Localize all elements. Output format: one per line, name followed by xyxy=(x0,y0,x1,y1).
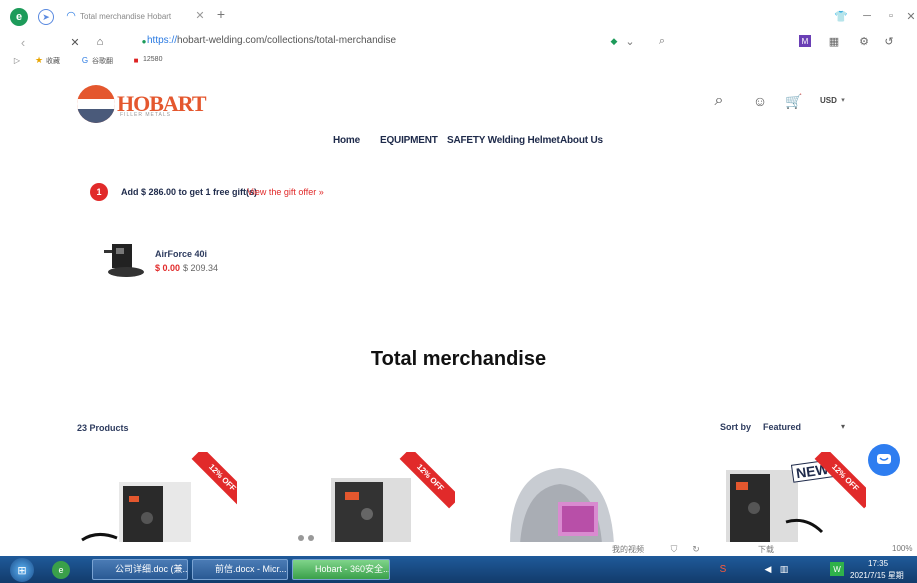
stop-icon[interactable]: ✕ xyxy=(68,35,82,49)
cart-icon[interactable]: 🛒 xyxy=(785,92,802,110)
bookmark-bar: ▷ ★ 收藏 G 谷歌翻 ■ 12580 xyxy=(0,52,917,70)
home-icon[interactable]: ⌂ xyxy=(93,35,107,49)
extension-icon[interactable]: M xyxy=(799,35,811,47)
address-bar-row: ‹ ✕ ⌂ ● https://hobart-welding.com/colle… xyxy=(0,32,917,52)
status-video[interactable]: 我的视频 xyxy=(612,544,644,555)
product-card[interactable] xyxy=(490,452,650,544)
chat-icon xyxy=(877,454,891,464)
start-button-icon[interactable]: ⊞ xyxy=(10,558,34,582)
nav-arrow-icon[interactable]: ➤ xyxy=(38,9,54,25)
taskbar-item-doc[interactable]: 公司详细.doc (兼... xyxy=(92,559,188,580)
grid-icon[interactable]: ▦ xyxy=(828,35,840,48)
browser-logo-icon[interactable]: e xyxy=(10,8,28,26)
new-tab-icon[interactable]: + xyxy=(214,6,228,22)
dropdown-chevron-icon[interactable]: ⌄ xyxy=(624,35,636,48)
hobart-logo-mark[interactable] xyxy=(77,85,115,123)
volume-icon[interactable]: ◀ xyxy=(762,563,774,575)
window-close-icon[interactable]: ✕ xyxy=(905,9,917,23)
logo-subtitle: FILLER METALS xyxy=(120,112,171,118)
taskbar-item-word[interactable]: 前信.docx - Micr... xyxy=(192,559,288,580)
undo-icon[interactable]: ↺ xyxy=(882,35,896,48)
tab-close-icon[interactable]: ✕ xyxy=(194,9,206,22)
account-icon[interactable]: ☺ xyxy=(752,92,768,110)
currency-selector[interactable]: USD xyxy=(820,96,837,105)
search-icon[interactable]: ⌕ xyxy=(656,35,668,47)
clock-time[interactable]: 17:35 xyxy=(868,559,888,568)
url-path: hobart-welding.com/collections/total-mer… xyxy=(177,35,397,46)
browser-tab-bar: e ➤ ◠ Total merchandise Hobart ✕ + 👕 ─ ▫… xyxy=(0,0,917,32)
wechat-icon[interactable]: W xyxy=(830,562,844,576)
product-image xyxy=(510,468,614,544)
bookmark-item[interactable]: 12580 xyxy=(143,56,162,63)
favorites-star-icon: ★ xyxy=(34,54,44,65)
product-image xyxy=(298,478,411,544)
sort-chevron-icon[interactable]: ▾ xyxy=(838,421,848,431)
antivirus-icon[interactable]: S xyxy=(716,562,730,576)
minimize-icon[interactable]: ─ xyxy=(860,9,874,23)
back-icon[interactable]: ‹ xyxy=(16,35,30,50)
nav-safety-helmet[interactable]: SAFETY Welding Helmet xyxy=(447,135,560,146)
product-card[interactable]: 12% OFF xyxy=(295,452,455,544)
bookmark-item[interactable]: 谷歌翻 xyxy=(92,56,113,66)
gift-product-image[interactable] xyxy=(102,240,146,280)
windows-taskbar: ⊞ e 公司详细.doc (兼... 前信.docx - Micr... Hob… xyxy=(0,556,917,583)
clock-date[interactable]: 2021/7/15 星期 xyxy=(850,570,904,581)
url-field[interactable]: https://hobart-welding.com/collections/t… xyxy=(147,35,396,46)
shield-icon[interactable]: ⛉ xyxy=(668,543,680,555)
currency-chevron-icon[interactable]: ▾ xyxy=(839,95,847,105)
sort-label: Sort by xyxy=(720,422,752,432)
browser-status-bar: 我的视频 ⛉ ↻ 下载 100% xyxy=(0,542,917,556)
page-title: Total merchandise xyxy=(370,348,547,370)
restore-icon[interactable]: ▫ xyxy=(884,9,898,23)
product-count: 23 Products xyxy=(77,423,129,433)
product-card[interactable]: 12% OFF xyxy=(77,452,237,544)
product-card[interactable]: NEW 12% OFF xyxy=(706,452,866,544)
nav-home[interactable]: Home xyxy=(333,135,360,146)
bookmark-star-icon[interactable]: ◆ xyxy=(608,35,620,47)
status-download[interactable]: 下载 xyxy=(758,544,774,555)
tab-title[interactable]: Total merchandise Hobart xyxy=(80,12,171,21)
promo-text: Add $ 286.00 to get 1 free gift(s) xyxy=(121,187,258,197)
zoom-level[interactable]: 100% xyxy=(892,544,912,553)
gift-product-name[interactable]: AirForce 40i xyxy=(155,249,207,259)
site-search-icon[interactable]: ⌕ xyxy=(710,92,728,110)
chat-button[interactable] xyxy=(868,444,900,476)
promo-badge: 1 xyxy=(90,183,108,201)
taskbar-item-browser[interactable]: Hobart - 360安全... xyxy=(292,559,390,580)
translate-icon: G xyxy=(81,55,89,65)
network-icon[interactable]: ▥ xyxy=(778,563,790,575)
shirt-icon[interactable]: 👕 xyxy=(834,9,848,23)
refresh-icon[interactable]: ↻ xyxy=(690,543,702,555)
tab-loading-icon: ◠ xyxy=(66,9,76,22)
sidebar-toggle-icon[interactable]: ▷ xyxy=(12,55,22,65)
gear-icon[interactable]: ⚙ xyxy=(858,35,870,48)
gift-product-sale-price: $ 0.00 xyxy=(155,263,181,273)
sort-select[interactable]: Featured xyxy=(763,422,801,432)
bookmark-red-icon: ■ xyxy=(133,55,139,65)
gift-offer-link[interactable]: View the gift offer » xyxy=(247,187,324,197)
nav-about[interactable]: About Us xyxy=(560,135,603,146)
url-scheme: https:// xyxy=(147,35,178,46)
nav-equipment[interactable]: EQUIPMENT xyxy=(380,135,438,146)
quick-launch-icon[interactable]: e xyxy=(52,561,70,579)
gift-product-orig-price: $ 209.34 xyxy=(183,263,219,273)
bookmark-item[interactable]: 收藏 xyxy=(46,56,60,66)
